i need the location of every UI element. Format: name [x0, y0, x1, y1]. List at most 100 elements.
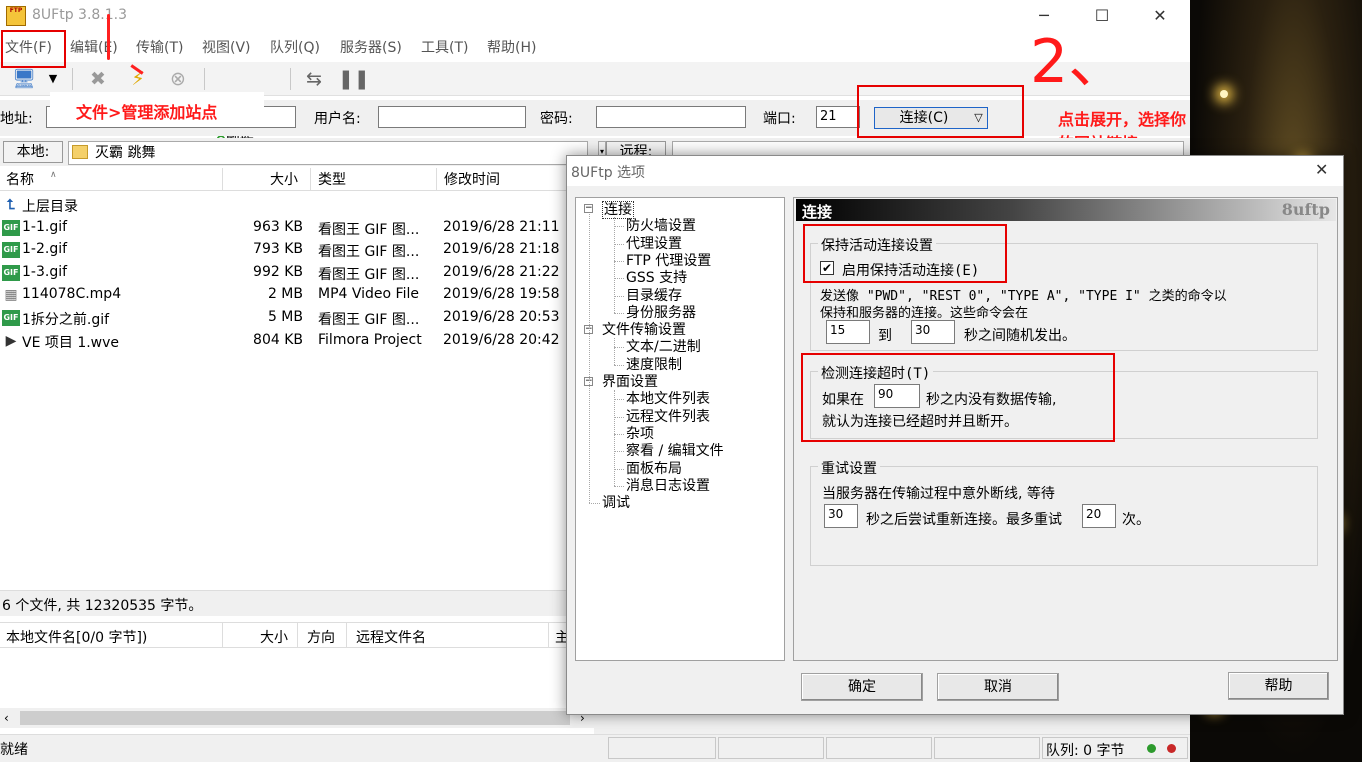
queue-column-direction[interactable]: 方向 [307, 627, 335, 647]
retry-delay-input[interactable]: 30 [824, 504, 858, 528]
list-item[interactable]: GIF 1-1.gif 963 KB 看图王 GIF 图... 2019/6/28 21… [0, 217, 594, 239]
tree-item[interactable]: 面板布局 [626, 461, 682, 477]
scroll-left-icon[interactable]: ‹ [4, 711, 9, 725]
status-pane [826, 737, 932, 759]
tree-item[interactable]: FTP 代理设置 [626, 253, 711, 269]
disconnect-icon[interactable]: ✖ [84, 66, 112, 92]
file-name: 1-2.gif [22, 241, 68, 258]
keepalive-min-input[interactable]: 15 [826, 320, 870, 344]
file-name: 上层目录 [22, 199, 78, 215]
column-name[interactable]: 名称 [6, 169, 34, 189]
status-text: 就绪 [0, 742, 28, 758]
sync-icon[interactable]: ⇆ [300, 66, 328, 92]
annotation-stroke [107, 14, 110, 60]
file-type: 看图王 GIF 图... [318, 312, 420, 328]
file-name: 1拆分之前.gif [22, 312, 110, 328]
tree-item[interactable]: 文件传输设置 [602, 322, 686, 338]
panel-brand: 8uftp [1281, 200, 1330, 219]
menu-server[interactable]: 服务器(S) [340, 37, 402, 57]
retry-mid: 秒之后尝试重新连接。最多重试 [866, 512, 1062, 528]
tree-item[interactable]: 防火墙设置 [626, 218, 696, 234]
tree-item[interactable]: 调试 [602, 495, 630, 511]
stop-icon[interactable]: ⊗ [164, 66, 192, 92]
menu-transfer[interactable]: 传输(T) [136, 37, 183, 57]
queue-column-local[interactable]: 本地文件名[0/0 字节]) [6, 627, 147, 647]
tree-item[interactable]: 连接 [602, 201, 634, 219]
list-item[interactable]: GIF 1-3.gif 992 KB 看图王 GIF 图... 2019/6/28 21… [0, 262, 594, 284]
minimize-icon[interactable]: ─ [1034, 6, 1054, 26]
file-size: 5 MB [267, 309, 303, 325]
file-type: 看图王 GIF 图... [318, 244, 420, 261]
column-divider[interactable] [222, 168, 223, 190]
tree-connector [614, 312, 624, 314]
chevron-down-icon[interactable]: ▼ [44, 66, 62, 92]
status-led-green-icon [1147, 744, 1156, 753]
column-divider[interactable] [436, 168, 437, 190]
menu-edit[interactable]: 编辑(E) [70, 37, 118, 57]
list-item[interactable]: ▦ 114078C.mp4 2 MB MP4 Video File 2019/6/28 … [0, 284, 594, 306]
maximize-icon[interactable]: ☐ [1092, 6, 1112, 26]
site-manager-icon[interactable]: 🖥 [10, 66, 38, 92]
cancel-button[interactable]: 取消 [937, 673, 1059, 701]
menu-bar: 文件(F) 编辑(E) 传输(T) 视图(V) 队列(Q) 服务器(S) 工具(… [0, 33, 1190, 60]
tree-connector [614, 416, 624, 418]
tree-connector [614, 226, 624, 228]
dialog-title: 8UFtp 选项 [571, 165, 646, 181]
tree-item[interactable]: 代理设置 [626, 236, 682, 252]
tree-item[interactable]: 界面设置 [602, 374, 658, 390]
tree-item[interactable]: 文本/二进制 [626, 339, 701, 355]
tree-item[interactable]: 消息日志设置 [626, 478, 710, 494]
column-type[interactable]: 类型 [318, 169, 346, 189]
column-size[interactable]: 大小 [270, 169, 298, 189]
column-divider[interactable] [310, 168, 311, 190]
username-input[interactable] [378, 106, 526, 128]
queue-column-size[interactable]: 大小 [260, 627, 288, 647]
help-button[interactable]: 帮助 [1228, 672, 1329, 700]
retry-count-input[interactable]: 20 [1082, 504, 1116, 528]
close-icon[interactable]: ✕ [1315, 160, 1328, 179]
queue-header: 本地文件名[0/0 字节]) 大小 方向 远程文件名 主 [0, 622, 594, 648]
tree-item[interactable]: 身份服务器 [626, 305, 696, 321]
tree-connector [614, 278, 624, 280]
tree-item[interactable]: 远程文件列表 [626, 409, 710, 425]
tree-item[interactable]: 本地文件列表 [626, 391, 710, 407]
tree-item[interactable]: 杂项 [626, 426, 654, 442]
close-icon[interactable]: ✕ [1150, 6, 1170, 26]
tree-item[interactable]: 目录缓存 [626, 288, 682, 304]
password-input[interactable] [596, 106, 746, 128]
column-modified[interactable]: 修改时间 [444, 169, 500, 189]
list-item[interactable]: ⮤ 上层目录 [0, 194, 594, 216]
menu-view[interactable]: 视图(V) [202, 37, 251, 57]
video-file-icon: ▦ [4, 287, 18, 304]
local-status-text: 6 个文件, 共 12320535 字节。 [2, 598, 203, 614]
annotation-box-keepalive [803, 224, 1007, 283]
local-label[interactable]: 本地: [3, 141, 63, 163]
port-input[interactable]: 21 [816, 106, 860, 128]
tree-item[interactable]: GSS 支持 [626, 270, 687, 286]
pause-icon[interactable]: ❚❚ [338, 66, 370, 92]
tree-item[interactable]: 察看 / 编辑文件 [626, 443, 724, 459]
scrollbar-thumb[interactable] [20, 711, 570, 725]
column-divider [346, 623, 347, 647]
list-item[interactable]: ▶ VE 项目 1.wve 804 KB Filmora Project 2019/6/… [0, 330, 594, 352]
menu-queue[interactable]: 队列(Q) [270, 37, 320, 57]
ok-button[interactable]: 确定 [801, 673, 923, 701]
tree-item[interactable]: 速度限制 [626, 357, 682, 373]
list-item[interactable]: GIF 1拆分之前.gif 5 MB 看图王 GIF 图... 2019/6/28 20… [0, 307, 594, 329]
list-item[interactable]: GIF 1-2.gif 793 KB 看图王 GIF 图... 2019/6/28 21… [0, 239, 594, 261]
column-divider [297, 623, 298, 647]
keepalive-max-input[interactable]: 30 [911, 320, 955, 344]
file-type: MP4 Video File [318, 286, 419, 303]
queue-column-remote[interactable]: 远程文件名 [356, 627, 426, 647]
tree-collapse-icon[interactable]: − [584, 204, 593, 213]
menu-tools[interactable]: 工具(T) [421, 37, 468, 57]
column-divider [548, 623, 549, 647]
menu-help[interactable]: 帮助(H) [487, 37, 536, 57]
annotation-box-timeout [801, 353, 1115, 442]
toolbar-divider [204, 68, 205, 90]
gif-file-icon: GIF [2, 242, 20, 259]
status-pane [718, 737, 824, 759]
keepalive-to-label: 到 [878, 328, 892, 344]
sort-arrow-icon: ∧ [50, 170, 57, 180]
local-path-input[interactable]: 灭霸 跳舞 [68, 141, 588, 165]
